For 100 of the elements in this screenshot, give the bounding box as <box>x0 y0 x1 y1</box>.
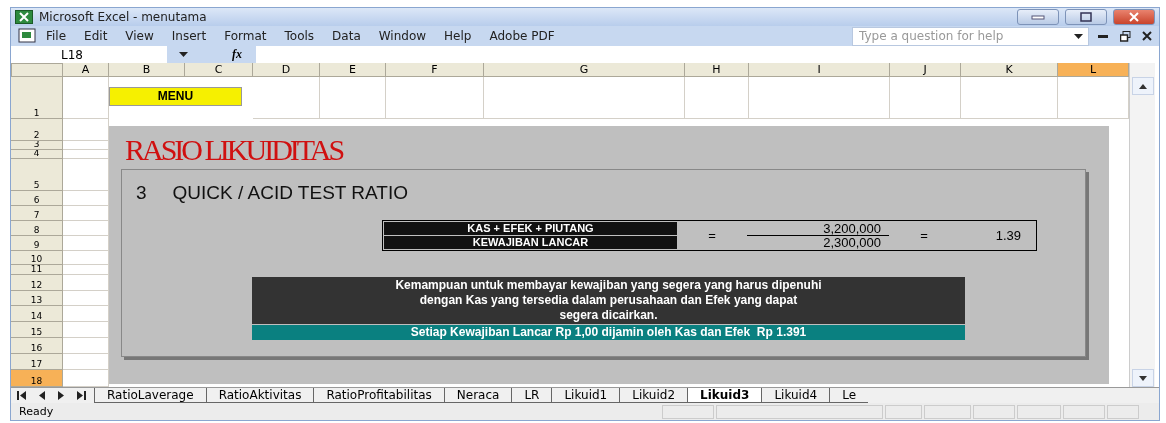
row-header[interactable]: 12 <box>11 275 63 292</box>
denominator-value: 2,300,000 <box>822 236 882 250</box>
sheet-tab[interactable]: LR <box>511 388 552 404</box>
status-panel <box>1063 404 1105 419</box>
grid-cell[interactable] <box>320 77 386 120</box>
maximize-icon <box>1079 12 1093 23</box>
status-panel <box>924 404 971 419</box>
description-text: Kemampuan untuk membayar kewajiban yang segera yang harus dipenuhi dengan Kas yang tersedia dalam perusahaan dan Efek yang dapat segera dicairkan. <box>252 277 965 325</box>
row-header[interactable]: 1 <box>11 77 63 120</box>
column-header[interactable]: A <box>63 63 109 78</box>
menu-item[interactable]: View <box>116 29 163 44</box>
row-header[interactable]: 10 <box>11 251 63 266</box>
maximize-button[interactable] <box>1065 9 1107 26</box>
sheet-tab[interactable]: RatioAktivitas <box>205 388 314 404</box>
column-header[interactable]: H <box>685 63 749 78</box>
previous-sheet-icon[interactable] <box>37 391 46 401</box>
column-header[interactable]: F <box>386 63 484 78</box>
grid-cell[interactable] <box>484 77 685 120</box>
menu-item[interactable]: Edit <box>75 29 117 44</box>
help-search-field[interactable]: Type a question for help <box>852 26 1089 46</box>
sheet-tab[interactable]: Likuid2 <box>619 388 688 404</box>
minimize-icon <box>1031 14 1045 21</box>
scroll-up-button[interactable] <box>1131 77 1154 96</box>
grid-cell[interactable] <box>890 77 961 120</box>
menu-item[interactable]: Format <box>215 29 276 44</box>
name-box[interactable]: L18 <box>11 46 167 64</box>
menu-item[interactable]: Data <box>323 29 370 44</box>
scroll-down-button[interactable] <box>1131 369 1154 388</box>
numerator-value: 3,200,000 <box>747 222 889 237</box>
grid-cell[interactable] <box>961 77 1058 120</box>
status-panel <box>1017 404 1061 419</box>
row-header[interactable]: 8 <box>11 221 63 237</box>
last-sheet-icon[interactable] <box>77 391 86 401</box>
column-header[interactable]: E <box>320 63 386 78</box>
row-header[interactable]: 15 <box>11 322 63 339</box>
column-header[interactable]: D <box>253 63 320 78</box>
row-header[interactable]: 2 <box>11 119 63 142</box>
column-header[interactable]: L <box>1058 63 1129 78</box>
grid-cell[interactable] <box>685 77 749 120</box>
menu-item[interactable]: Window <box>369 29 436 44</box>
conclusion-text: Setiap Kewajiban Lancar Rp 1,00 dijamin oleh Kas dan Efek Rp 1.391 <box>252 325 965 341</box>
vertical-scrollbar[interactable] <box>1129 63 1155 388</box>
up-arrow-icon <box>1138 83 1147 89</box>
row-header[interactable]: 9 <box>11 236 63 252</box>
status-panel <box>662 404 714 419</box>
grid-cell[interactable] <box>253 77 320 120</box>
first-sheet-icon[interactable] <box>17 391 26 401</box>
sheet-tab[interactable]: Likuid1 <box>551 388 620 404</box>
grid-cell[interactable] <box>749 77 890 120</box>
row-header[interactable]: 11 <box>11 265 63 276</box>
restore-icon[interactable] <box>1119 30 1131 42</box>
dropdown-icon[interactable] <box>179 52 188 58</box>
sheet-tab[interactable]: Neraca <box>443 388 512 404</box>
section-title: QUICK / ACID TEST RATIO <box>172 182 408 205</box>
window-title: Microsoft Excel - menutama <box>39 10 208 25</box>
row-header[interactable]: 13 <box>11 291 63 307</box>
close-button[interactable] <box>1113 9 1155 26</box>
function-symbol[interactable]: fx <box>232 47 242 63</box>
column-header[interactable]: B <box>109 63 185 78</box>
select-all-corner[interactable] <box>11 63 63 78</box>
denominator-label: KEWAJIBAN LANCAR <box>384 236 677 250</box>
status-panel <box>885 404 922 419</box>
menu-item[interactable]: File <box>37 29 76 44</box>
menu-item[interactable]: Help <box>435 29 481 44</box>
formula-field[interactable] <box>256 46 1159 64</box>
workbook-icon[interactable] <box>15 28 37 45</box>
dropdown-icon[interactable] <box>1074 33 1083 39</box>
status-panel <box>973 404 1015 419</box>
column-header[interactable]: J <box>890 63 961 78</box>
column-header[interactable]: I <box>749 63 890 78</box>
column-header[interactable]: G <box>484 63 685 78</box>
grid-cell[interactable] <box>386 77 484 120</box>
row-header[interactable]: 18 <box>11 370 63 388</box>
menu-item[interactable]: Adobe PDF <box>480 29 564 44</box>
row-header[interactable]: 6 <box>11 191 63 207</box>
sheet-tab[interactable]: Likuid4 <box>761 388 830 404</box>
row-header[interactable]: 4 <box>11 150 63 160</box>
row-header[interactable]: 17 <box>11 354 63 371</box>
next-sheet-icon[interactable] <box>57 391 66 401</box>
close-icon[interactable] <box>1142 31 1152 42</box>
ratio-result: 1.39 <box>994 228 1022 244</box>
minimize-button[interactable] <box>1017 9 1059 26</box>
sheet-tab[interactable]: Le <box>829 388 869 404</box>
status-text: Ready <box>19 405 54 419</box>
menu-button[interactable]: MENU <box>109 87 242 107</box>
row-header[interactable]: 7 <box>11 206 63 222</box>
column-header[interactable]: K <box>961 63 1058 78</box>
row-header[interactable]: 3 <box>11 141 63 151</box>
row-header[interactable]: 14 <box>11 306 63 323</box>
sheet-tab[interactable]: RatioProfitabilitas <box>313 388 444 404</box>
row-header[interactable]: 16 <box>11 338 63 355</box>
sheet-tab[interactable]: RatioLaverage <box>94 388 206 404</box>
status-panel <box>1107 404 1139 419</box>
column-header[interactable]: C <box>185 63 253 78</box>
menu-item[interactable]: Insert <box>162 29 216 44</box>
row-header[interactable]: 5 <box>11 159 63 192</box>
minimize-icon[interactable] <box>1098 34 1108 38</box>
menu-item[interactable]: Tools <box>275 29 324 44</box>
sheet-tab[interactable]: Likuid3 <box>687 388 762 404</box>
section-number: 3 <box>136 182 147 205</box>
